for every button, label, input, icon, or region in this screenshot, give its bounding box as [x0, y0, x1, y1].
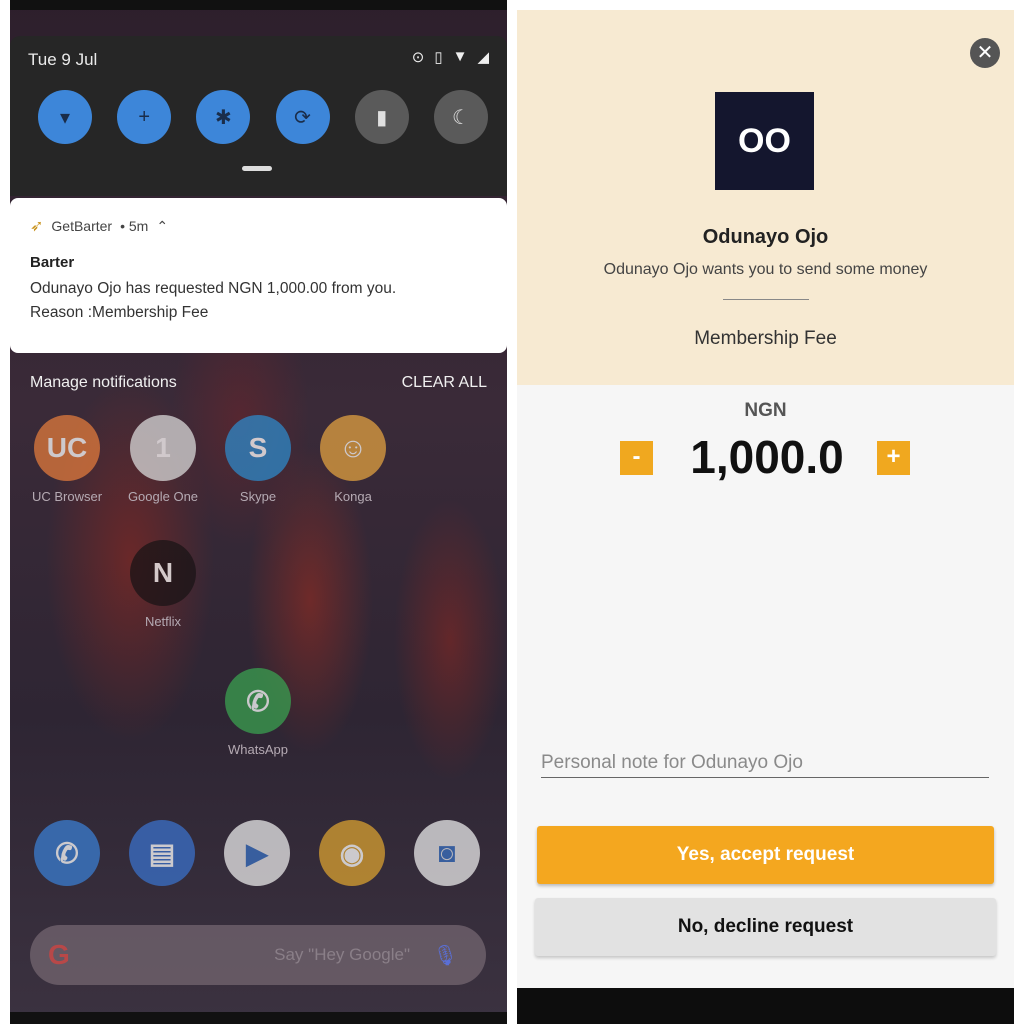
app-icon: N: [130, 540, 196, 606]
notification-app-name: GetBarter: [51, 218, 113, 234]
quick-setting-wifi[interactable]: ▾: [38, 90, 92, 144]
google-search-bar[interactable]: G Say "Hey Google" 🎙: [30, 925, 486, 985]
status-bar-strip: [10, 0, 507, 10]
google-g-icon: G: [48, 939, 70, 970]
quick-setting-battery-saver[interactable]: +: [117, 90, 172, 144]
clear-all-button[interactable]: CLEAR ALL: [402, 374, 487, 392]
decrease-amount-button[interactable]: -: [620, 441, 653, 475]
android-home-screen: Tue 9 Jul ⊙ ▯ ▼ ◢ ▾ + ✱ ⟳ ▮ ☾ ➶ GetBarter • 5…: [10, 0, 507, 1024]
app-icon: ✆: [225, 668, 291, 734]
personal-note-input[interactable]: [541, 748, 989, 778]
auto-rotate-icon: ⟳: [294, 106, 311, 129]
app-label: WhatsApp: [228, 742, 288, 757]
quick-setting-night-mode[interactable]: ☾: [433, 90, 488, 144]
phone-icon: ✆: [34, 820, 100, 886]
chevron-up-icon[interactable]: ⌃: [156, 218, 168, 235]
app-label: Skype: [239, 489, 277, 504]
mic-icon[interactable]: 🎙: [433, 943, 458, 968]
nav-bar-strip: [10, 1012, 507, 1024]
decline-request-button[interactable]: No, decline request: [535, 898, 996, 956]
quick-settings-panel: Tue 9 Jul ⊙ ▯ ▼ ◢ ▾ + ✱ ⟳ ▮ ☾: [10, 36, 507, 196]
camera-icon: ◙: [414, 820, 480, 886]
dock-camera[interactable]: ◙: [407, 820, 487, 886]
avatar: OO: [715, 92, 814, 190]
barter-notification[interactable]: ➶ GetBarter • 5m ⌃ Barter Odunayo Ojo ha…: [10, 198, 507, 353]
quick-setting-bluetooth[interactable]: ✱: [196, 90, 251, 144]
messages-icon: ▤: [129, 820, 195, 886]
play-store-icon: ▶: [224, 820, 290, 886]
drag-handle[interactable]: [242, 166, 272, 171]
dock-play-store[interactable]: ▶: [217, 820, 297, 886]
dock-messages[interactable]: ▤: [122, 820, 202, 886]
signal-icon: ◢: [477, 49, 489, 66]
notification-header: ➶ GetBarter • 5m ⌃: [30, 216, 487, 236]
barter-app-icon: ➶: [30, 218, 44, 235]
app-label: Konga: [334, 489, 372, 504]
wifi-icon: ▼: [452, 48, 468, 65]
wifi-icon: ▾: [59, 106, 71, 129]
notification-line-2: Reason :Membership Fee: [30, 304, 209, 321]
flashlight-icon: ▮: [376, 106, 388, 129]
quick-settings-row: ▾ + ✱ ⟳ ▮ ☾: [38, 90, 488, 144]
notification-line-1: Odunayo Ojo has requested NGN 1,000.00 f…: [30, 280, 397, 297]
increase-amount-button[interactable]: +: [877, 441, 910, 475]
app-icon: 1: [130, 415, 196, 481]
search-hint: Say "Hey Google": [274, 945, 410, 964]
app-google-one[interactable]: 1 Google One: [123, 415, 203, 504]
app-whatsapp[interactable]: ✆ WhatsApp: [218, 668, 298, 757]
barter-request-screen: ✕ OO Odunayo Ojo Odunayo Ojo wants you t…: [517, 10, 1014, 1024]
status-icons: ⊙ ▯ ▼ ◢: [412, 48, 489, 66]
amount-value: 1,000.0: [690, 431, 844, 483]
date-label: Tue 9 Jul: [28, 50, 98, 69]
vibrate-icon: ▯: [434, 49, 443, 66]
sync-icon: ⊙: [411, 49, 425, 66]
quick-setting-auto-rotate[interactable]: ⟳: [275, 90, 330, 144]
notification-body: Odunayo Ojo has requested NGN 1,000.00 f…: [30, 277, 487, 325]
chrome-icon: ◉: [319, 820, 385, 886]
screen: Tue 9 Jul ⊙ ▯ ▼ ◢ ▾ + ✱ ⟳ ▮ ☾ ➶ GetBarter • 5…: [0, 0, 1024, 1024]
request-header: ✕ OO Odunayo Ojo Odunayo Ojo wants you t…: [517, 10, 1014, 385]
app-label: UC Browser: [31, 489, 103, 504]
app-skype[interactable]: S Skype: [218, 415, 298, 504]
dock-chrome[interactable]: ◉: [312, 820, 392, 886]
accept-request-button[interactable]: Yes, accept request: [537, 826, 994, 884]
requester-name: Odunayo Ojo: [702, 226, 829, 248]
app-icon: S: [225, 415, 291, 481]
request-reason: Membership Fee: [694, 328, 837, 349]
quick-setting-flashlight[interactable]: ▮: [354, 90, 409, 144]
nav-bar-strip: [517, 988, 1014, 1024]
notification-time: • 5m: [120, 218, 149, 234]
night-mode-icon: ☾: [451, 106, 470, 129]
app-label: Google One: [127, 489, 199, 504]
app-label: Netflix: [144, 614, 182, 629]
manage-notifications-button[interactable]: Manage notifications: [30, 374, 177, 392]
app-icon: UC: [34, 415, 100, 481]
battery-saver-icon: +: [138, 105, 151, 128]
app-icon: ☺: [320, 415, 386, 481]
app-uc-browser[interactable]: UC UC Browser: [27, 415, 107, 504]
close-button[interactable]: ✕: [970, 38, 1000, 68]
notification-title: Barter: [30, 254, 75, 271]
app-netflix[interactable]: N Netflix: [123, 540, 203, 629]
close-icon: ✕: [976, 42, 994, 64]
dock-phone[interactable]: ✆: [27, 820, 107, 886]
app-konga[interactable]: ☺ Konga: [313, 415, 393, 504]
bluetooth-icon: ✱: [214, 106, 232, 129]
request-subtitle: Odunayo Ojo wants you to send some money: [603, 261, 928, 278]
currency-label: NGN: [744, 400, 787, 421]
divider: [723, 299, 809, 300]
